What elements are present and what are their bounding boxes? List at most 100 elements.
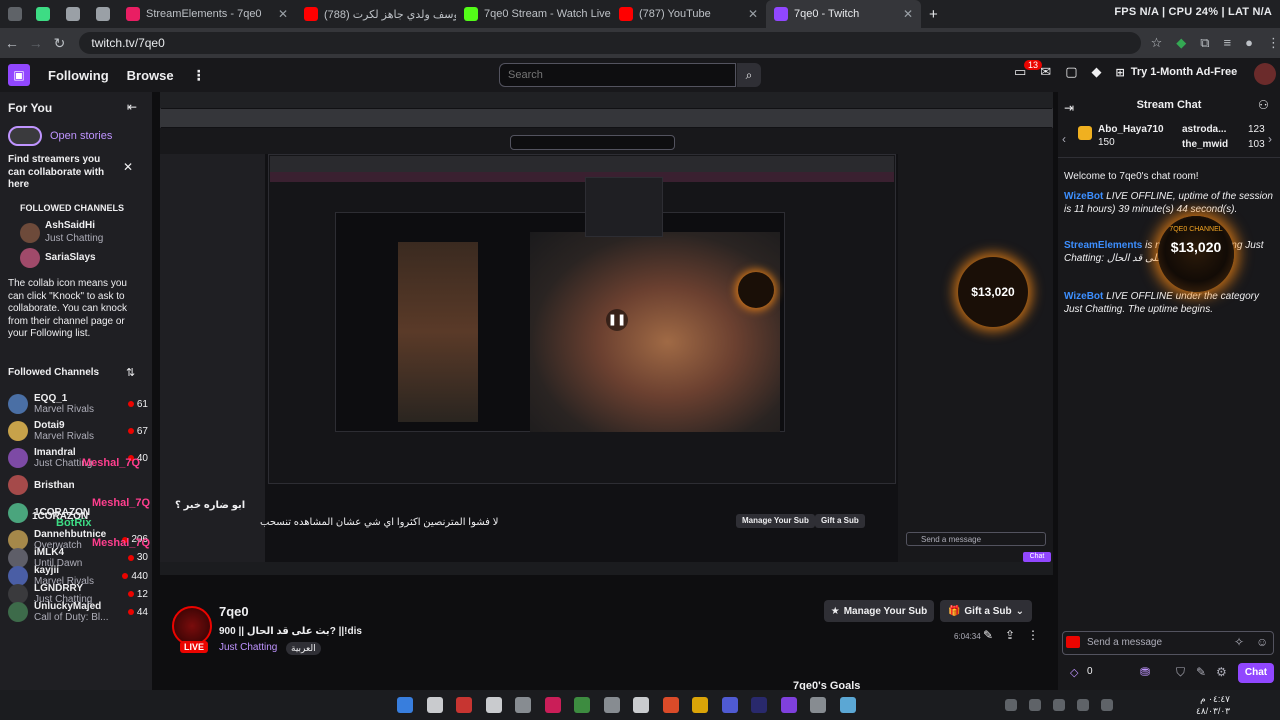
close-icon[interactable]: ✕ — [123, 160, 133, 174]
leader-name[interactable]: astroda... — [1182, 124, 1226, 135]
chevron-right-icon[interactable]: › — [1268, 132, 1272, 146]
overlay-chat-username: Meshal_7Q — [92, 497, 151, 509]
gift-sub-button[interactable]: 🎁 Gift a Sub ⌄ — [940, 600, 1032, 622]
pause-icon[interactable]: ❚❚ — [606, 309, 628, 331]
streamer-name[interactable]: 7qe0 — [219, 604, 249, 619]
app-icon[interactable] — [485, 697, 502, 713]
media-icon[interactable]: ≡ — [1224, 35, 1232, 51]
sidebar-channel-row[interactable]: UnluckyMajed Call of Duty: Bl... 44 — [8, 595, 148, 629]
close-icon[interactable]: ✕ — [278, 7, 288, 21]
brave-icon[interactable] — [662, 697, 679, 713]
discord-icon[interactable] — [721, 697, 738, 713]
close-icon[interactable]: ✕ — [903, 7, 913, 21]
app-icon[interactable] — [574, 697, 590, 713]
nested-search-input — [510, 135, 675, 150]
collab-channel[interactable]: SariaSlays — [20, 248, 144, 268]
bits-icon[interactable]: ✧ — [1234, 635, 1244, 649]
url-field[interactable]: twitch.tv/7qe0 — [79, 32, 1141, 54]
streamer-avatar[interactable] — [172, 606, 212, 646]
prediction-icon[interactable]: ⛃ — [1140, 665, 1150, 679]
chat-send-button[interactable]: Chat — [1238, 663, 1274, 683]
browser-tab-streamelements[interactable]: StreamElements - 7qe0 ✕ — [118, 0, 296, 28]
share-icon[interactable]: ⇪ — [1005, 628, 1015, 642]
leader-name[interactable]: the_mwid — [1182, 139, 1228, 150]
chat-username[interactable]: StreamElements — [1064, 240, 1142, 251]
app-icon[interactable] — [603, 697, 620, 713]
channel-points-icon[interactable]: ◇ — [1070, 666, 1078, 679]
emote-icon[interactable]: ☺ — [1256, 635, 1268, 649]
crown-icon[interactable]: ▢ — [1065, 64, 1077, 80]
video-player[interactable]: ❚❚ $13,020 Manage Your Sub Gift a Sub Se… — [160, 92, 1053, 575]
pen-icon[interactable]: ✎ — [1196, 665, 1206, 679]
manage-sub-button[interactable]: ★ Manage Your Sub — [824, 600, 934, 622]
youtube-favicon-icon — [304, 7, 318, 21]
settings-icon[interactable] — [515, 697, 531, 713]
collab-channel[interactable]: AshSaidHi Just Chatting — [20, 220, 144, 245]
open-stories[interactable]: Open stories — [8, 126, 112, 146]
browser-tab-youtube[interactable]: (787) YouTube ✕ — [611, 0, 766, 28]
chat-username[interactable]: WizeBot — [1064, 191, 1103, 202]
back-icon[interactable]: ← — [0, 35, 24, 51]
chevron-left-icon[interactable]: ‹ — [1062, 132, 1066, 146]
app-icon[interactable] — [633, 697, 649, 713]
app-icon[interactable] — [544, 697, 561, 713]
new-tab-button[interactable]: + — [921, 0, 945, 28]
chrome-icon[interactable] — [692, 697, 708, 713]
followed-channels-heading: Followed Channels — [8, 367, 100, 378]
keyboard-icon[interactable] — [1101, 699, 1113, 711]
windows-start-icon[interactable] — [397, 697, 413, 713]
leader-name[interactable]: Abo_Haya710 — [1098, 124, 1164, 135]
battery-icon[interactable] — [1077, 699, 1089, 711]
steam-icon[interactable] — [839, 697, 856, 713]
browser-tab-kick[interactable]: 7qe0 Stream - Watch Live on Ki✕ — [456, 0, 611, 28]
following-link[interactable]: Following — [48, 68, 109, 83]
browser-tab[interactable] — [0, 0, 28, 28]
browse-link[interactable]: Browse — [127, 68, 174, 83]
app-icon[interactable] — [810, 697, 826, 713]
channel-name: LGNDRRY — [34, 583, 84, 595]
twitch-logo-icon[interactable]: ▣ — [8, 64, 30, 86]
reload-icon[interactable]: ↻ — [48, 35, 72, 52]
app-icon[interactable] — [456, 697, 472, 713]
premiere-icon[interactable] — [751, 697, 767, 713]
volume-icon[interactable] — [1053, 699, 1065, 711]
stream-category[interactable]: Just Chatting — [219, 642, 277, 653]
browser-tab[interactable] — [28, 0, 58, 28]
nested-tabbar — [160, 92, 1053, 108]
search-input[interactable] — [499, 63, 736, 87]
app-icon[interactable] — [780, 697, 797, 713]
menu-icon[interactable]: ⋮ — [1267, 35, 1280, 51]
browser-tab[interactable] — [88, 0, 118, 28]
forward-icon[interactable]: → — [24, 35, 48, 51]
profile-icon[interactable]: ● — [1245, 35, 1253, 51]
more-icon[interactable]: ⋮ — [1027, 628, 1039, 642]
collapse-sidebar-icon[interactable]: ⇤ — [127, 100, 137, 114]
bookmark-star-icon[interactable]: ☆ — [1151, 35, 1163, 51]
chevron-up-icon[interactable] — [1005, 699, 1017, 711]
overlay-chat-message: لا فشوا المترنصين اكثروا اي شي عشان المش… — [260, 517, 499, 528]
search-icon[interactable]: ⌕ — [737, 63, 761, 87]
more-icon[interactable]: ⋮ — [192, 67, 206, 84]
user-avatar[interactable] — [1254, 63, 1276, 85]
close-icon[interactable]: ✕ — [748, 7, 758, 21]
channel-name: Bristhan — [34, 479, 75, 491]
sort-icon[interactable]: ⇅ — [126, 366, 135, 379]
collab-description: The collab icon means you can click "Kno… — [8, 278, 127, 339]
network-icon[interactable] — [1029, 699, 1041, 711]
whispers-icon[interactable]: ✉ — [1040, 64, 1051, 80]
browser-tab-youtube-video[interactable]: (788) هل يوسف ولدي جاهز لكرت✕ — [296, 0, 456, 28]
search-icon[interactable] — [426, 697, 443, 713]
shield-icon[interactable]: ◆ — [1176, 35, 1186, 51]
settings-icon[interactable]: ⚙ — [1216, 665, 1227, 679]
chat-username[interactable]: WizeBot — [1064, 291, 1103, 302]
users-icon[interactable]: ⚇ — [1258, 98, 1269, 112]
browser-tab-twitch[interactable]: 7qe0 - Twitch ✕ — [766, 0, 921, 28]
bits-icon[interactable]: ◆ — [1092, 64, 1102, 80]
channel-category: Call of Duty: Bl... — [34, 612, 109, 624]
extensions-icon[interactable]: ⧉ — [1200, 35, 1209, 51]
shield-icon[interactable]: ⛉ — [1176, 665, 1185, 680]
edit-icon[interactable]: ✎ — [983, 628, 993, 642]
stream-tag[interactable]: العربية — [286, 642, 321, 655]
ad-free-button[interactable]: ⊞ Try 1-Month Ad-Free — [1116, 66, 1238, 79]
browser-tab[interactable] — [58, 0, 88, 28]
